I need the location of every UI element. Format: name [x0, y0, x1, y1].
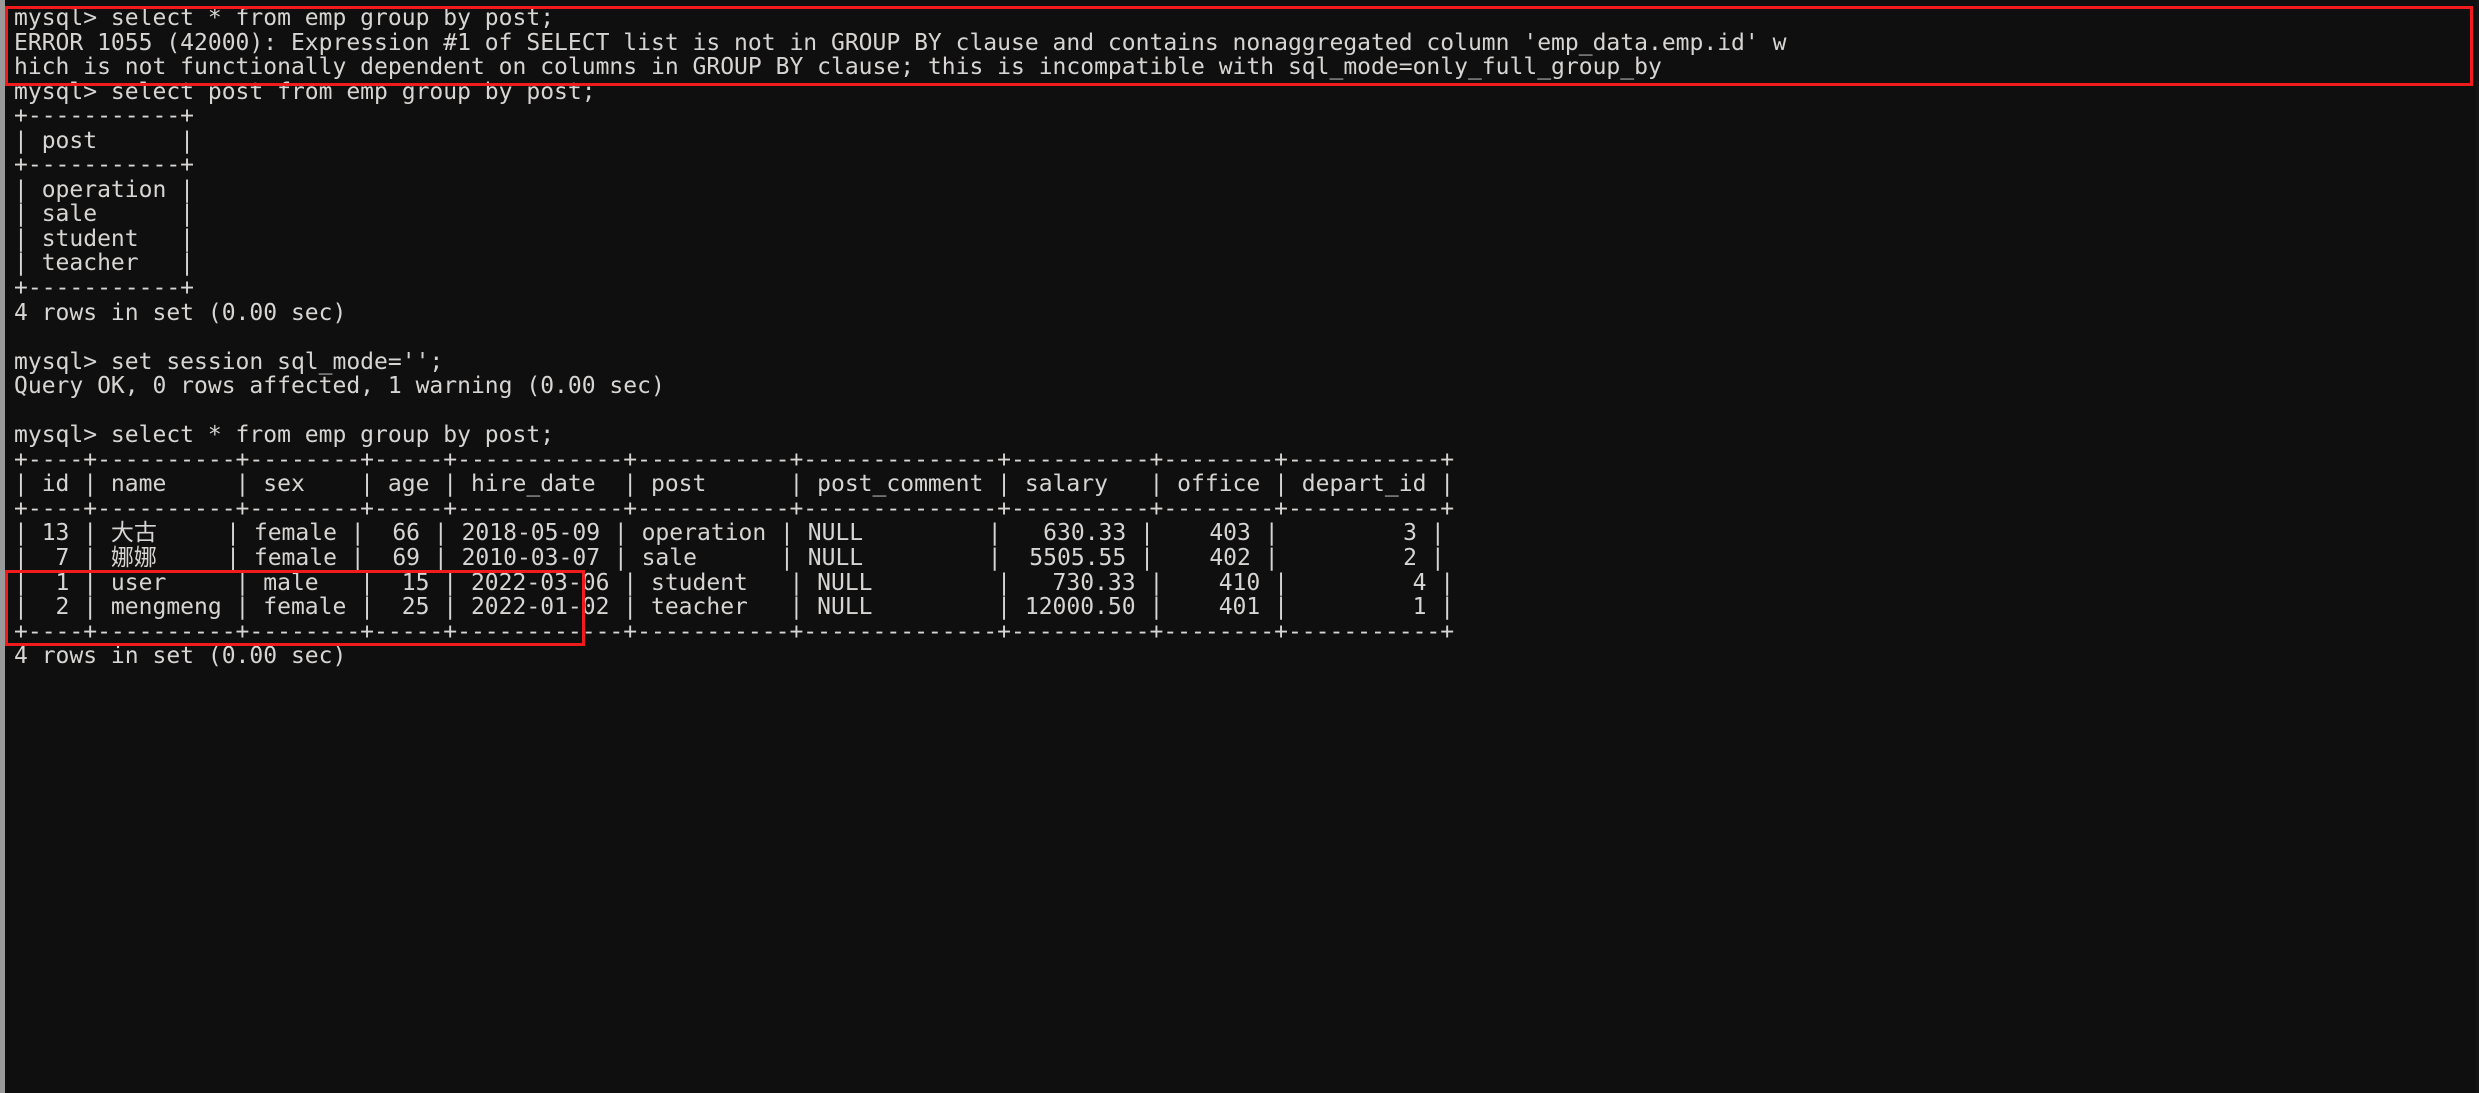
terminal-line: | id | name | sex | age | hire_date | po… — [14, 471, 1455, 498]
terminal-line: mysql> select * from emp group by post; — [14, 5, 555, 31]
terminal-line: | 13 | 大古 | female | 66 | 2018-05-09 | o… — [14, 520, 1445, 547]
terminal-line: | post | — [14, 127, 195, 154]
terminal-line: Query OK, 0 rows affected, 1 warning (0.… — [14, 373, 665, 400]
terminal-line: | 1 | user | male | 15 | 2022-03-06 | st… — [14, 569, 1455, 596]
terminal-line: ERROR 1055 (42000): Expression #1 of SEL… — [14, 29, 1787, 56]
terminal-line: | teacher | — [14, 250, 195, 277]
terminal-line: | sale | — [14, 201, 195, 228]
terminal-line: +-----------+ — [14, 275, 195, 302]
terminal-line: +----+----------+--------+-----+--------… — [14, 446, 1455, 473]
terminal-line: +----+----------+--------+-----+--------… — [14, 618, 1455, 645]
terminal-line: +-----------+ — [14, 103, 195, 130]
terminal-line: | student | — [14, 225, 195, 252]
terminal-console-output[interactable]: mysql> select * from emp group by post; … — [5, 0, 2479, 1093]
terminal-line: | operation | — [14, 176, 195, 203]
terminal-line: 4 rows in set (0.00 sec) — [14, 643, 347, 670]
terminal-line: 4 rows in set (0.00 sec) — [14, 299, 347, 326]
terminal-line: +-----------+ — [14, 152, 195, 179]
terminal-line: | 7 | 娜娜 | female | 69 | 2010-03-07 | sa… — [14, 545, 1445, 572]
terminal-line: +----+----------+--------+-----+--------… — [14, 495, 1455, 522]
terminal-window: mysql> select * from emp group by post; … — [0, 0, 2479, 1093]
terminal-line: hich is not functionally dependent on co… — [14, 54, 1662, 81]
terminal-line: | 2 | mengmeng | female | 25 | 2022-01-0… — [14, 594, 1455, 621]
terminal-line: mysql> select post from emp group by pos… — [14, 78, 596, 105]
terminal-line: mysql> set session sql_mode=''; — [14, 348, 444, 375]
terminal-line: mysql> select * from emp group by post; — [14, 422, 555, 449]
